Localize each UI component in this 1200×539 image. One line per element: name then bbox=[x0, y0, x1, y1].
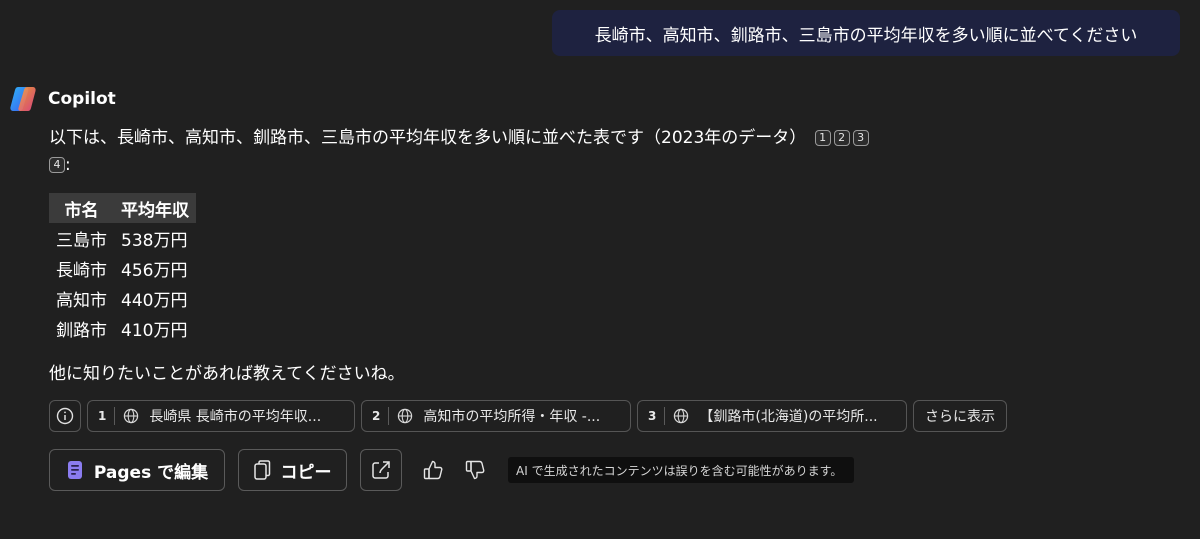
copy-button[interactable]: コピー bbox=[238, 449, 347, 491]
thumbs-up-icon bbox=[423, 460, 443, 480]
user-message-bubble: 長崎市、高知市、釧路市、三島市の平均年収を多い順に並べてください bbox=[552, 10, 1180, 56]
citation-4[interactable]: 4 bbox=[49, 156, 65, 173]
edit-in-pages-button[interactable]: Pages で編集 bbox=[49, 449, 225, 491]
income-table: 市名 平均年収 三島市 538万円 長崎市 456万円 高知市 440万円 釧路… bbox=[49, 193, 196, 343]
edit-in-pages-label: Pages で編集 bbox=[93, 462, 209, 483]
table-cell-city: 三島市 bbox=[56, 230, 107, 251]
response-intro: 以下は、長崎市、高知市、釧路市、三島市の平均年収を多い順に並べた表です（2023… bbox=[49, 125, 939, 179]
globe-icon bbox=[123, 408, 139, 424]
show-more-sources-button[interactable]: さらに表示 bbox=[913, 400, 1007, 432]
share-button[interactable] bbox=[360, 449, 402, 491]
response-outro: 他に知りたいことがあれば教えてくださいね。 bbox=[49, 364, 405, 384]
thumbs-down-button[interactable] bbox=[460, 449, 490, 491]
table-cell-income: 410万円 bbox=[121, 320, 188, 341]
source-list: 1 長崎県 長崎市の平均年収... 2 高知市の平均所得・年収 -... 3 【… bbox=[49, 400, 1007, 432]
table-cell-income: 538万円 bbox=[121, 230, 188, 251]
source-number: 1 bbox=[98, 409, 107, 423]
assistant-name: Copilot bbox=[48, 89, 116, 109]
table-row: 高知市 440万円 bbox=[49, 283, 196, 313]
assistant-response: 以下は、長崎市、高知市、釧路市、三島市の平均年収を多い順に並べた表です（2023… bbox=[49, 125, 1049, 384]
copilot-logo-icon bbox=[10, 87, 36, 111]
globe-icon bbox=[673, 408, 689, 424]
table-cell-city: 釧路市 bbox=[56, 320, 107, 341]
thumbs-up-button[interactable] bbox=[418, 449, 448, 491]
ai-disclaimer: AI で生成されたコンテンツは誤りを含む可能性があります。 bbox=[508, 457, 855, 483]
thumbs-down-icon bbox=[465, 460, 485, 480]
copy-icon bbox=[253, 460, 271, 480]
share-icon bbox=[372, 461, 390, 479]
sources-info-button[interactable] bbox=[49, 400, 81, 432]
table-cell-income: 456万円 bbox=[121, 260, 188, 281]
source-label: 高知市の平均所得・年収 -... bbox=[423, 409, 601, 425]
citation-1[interactable]: 1 bbox=[814, 129, 831, 146]
citation-3[interactable]: 3 bbox=[852, 129, 869, 146]
source-chip-1[interactable]: 1 長崎県 長崎市の平均年収... bbox=[87, 400, 355, 432]
source-divider bbox=[664, 407, 666, 425]
assistant-header: Copilot bbox=[8, 84, 116, 114]
source-label: 長崎県 長崎市の平均年収... bbox=[149, 409, 322, 425]
table-row: 釧路市 410万円 bbox=[49, 313, 196, 343]
pages-icon bbox=[66, 460, 84, 480]
table-cell-city: 高知市 bbox=[56, 290, 107, 311]
source-chip-3[interactable]: 3 【釧路市(北海道)の平均所... bbox=[637, 400, 907, 432]
source-number: 3 bbox=[648, 409, 657, 423]
action-bar: Pages で編集 コピー AI で生成されたコンテンツは誤りを含む可能性があり… bbox=[49, 449, 855, 491]
user-message-text: 長崎市、高知市、釧路市、三島市の平均年収を多い順に並べてください bbox=[594, 25, 1138, 46]
source-divider bbox=[114, 407, 116, 425]
response-intro-text: 以下は、長崎市、高知市、釧路市、三島市の平均年収を多い順に並べた表です（2023… bbox=[49, 128, 807, 148]
table-cell-city: 長崎市 bbox=[56, 260, 107, 281]
table-header-city: 市名 bbox=[49, 193, 114, 223]
copy-label: コピー bbox=[280, 462, 332, 483]
table-row: 三島市 538万円 bbox=[49, 223, 196, 253]
response-intro-suffix: : bbox=[65, 155, 71, 175]
source-number: 2 bbox=[372, 409, 381, 423]
source-divider bbox=[388, 407, 390, 425]
source-chip-2[interactable]: 2 高知市の平均所得・年収 -... bbox=[361, 400, 631, 432]
table-header-row: 市名 平均年収 bbox=[49, 193, 196, 223]
table-cell-income: 440万円 bbox=[121, 290, 188, 311]
info-icon bbox=[56, 407, 74, 425]
source-label: 【釧路市(北海道)の平均所... bbox=[699, 409, 878, 425]
table-header-income: 平均年収 bbox=[114, 193, 196, 223]
globe-icon bbox=[397, 408, 413, 424]
citation-2[interactable]: 2 bbox=[833, 129, 850, 146]
table-row: 長崎市 456万円 bbox=[49, 253, 196, 283]
